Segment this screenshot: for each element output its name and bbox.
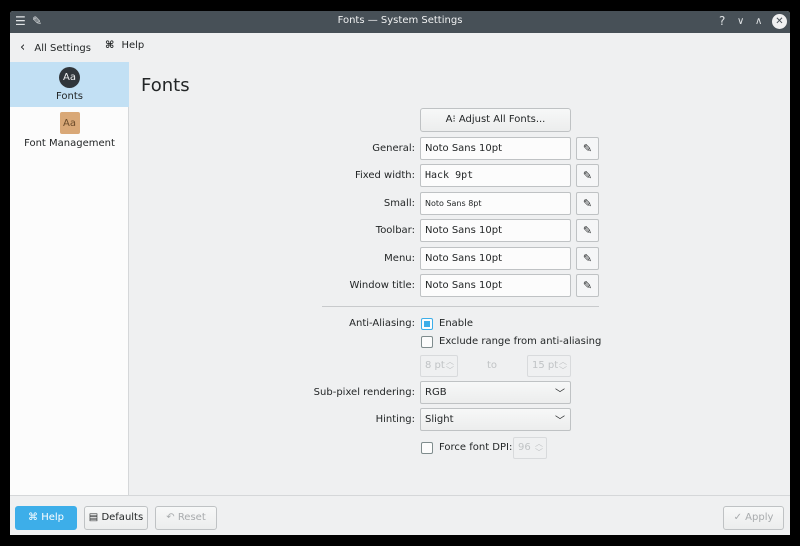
toolbar: ‹ All Settings ⌘ Help [10, 33, 790, 62]
edit-menu-button[interactable]: ✎ [576, 247, 599, 270]
hinting-label: Hinting: [375, 414, 415, 425]
system-settings-window: ☰ ✎ Fonts — System Settings ? ∨ ∧ ✕ ‹ Al… [10, 11, 790, 535]
sidebar: Aa Fonts Aa Font Management [10, 62, 129, 495]
menu-font-field: Noto Sans 10pt [420, 247, 571, 270]
subpixel-value: RGB [425, 387, 447, 398]
exclude-to-spinbox[interactable]: 15 pt ︿ ﹀ [527, 355, 571, 377]
menu-label: Menu: [384, 253, 415, 264]
document-icon: ▤ [88, 512, 99, 523]
separator [322, 306, 599, 307]
anti-aliasing-label: Anti-Aliasing: [349, 318, 415, 329]
toolbar-font-field: Noto Sans 10pt [420, 219, 571, 242]
help-lifebuoy-icon: ⌘ [105, 40, 115, 51]
font-size-icon: A⁝ [445, 114, 456, 125]
small-font-field: Noto Sans 8pt [420, 192, 571, 215]
page-title: Fonts [141, 75, 190, 96]
reset-button[interactable]: ↶ Reset [155, 506, 217, 530]
from-value: 8 pt [425, 360, 445, 371]
sidebar-item-label: Font Management [24, 138, 115, 149]
exclude-range-label: Exclude range from anti-aliasing [439, 336, 602, 347]
sidebar-item-fonts[interactable]: Aa Fonts [10, 62, 129, 107]
defaults-button[interactable]: ▤ Defaults [84, 506, 148, 530]
chevron-down-icon: ﹀ [555, 416, 565, 427]
dpi-value: 96 [518, 442, 531, 453]
adjust-all-label: Adjust All Fonts... [458, 114, 546, 125]
footer-bar: ⌘ Help ▤ Defaults ↶ Reset ✓ Apply [10, 495, 790, 535]
window-title-label: Window title: [349, 280, 415, 291]
help-label: Help [121, 40, 145, 51]
spin-arrows-icon: ︿ ﹀ [559, 357, 567, 375]
defaults-label: Defaults [101, 512, 144, 523]
fixed-width-font-field: Hack 9pt [420, 164, 571, 187]
help-button-label: Help [41, 512, 64, 523]
title-bar: ☰ ✎ Fonts — System Settings ? ∨ ∧ ✕ [10, 11, 790, 33]
hinting-combo[interactable]: Slight ﹀ [420, 408, 571, 431]
spin-arrows-icon: ︿ ﹀ [535, 439, 543, 457]
to-label: to [487, 360, 498, 371]
pencil-icon: ✎ [582, 197, 593, 210]
help-lifebuoy-icon: ⌘ [28, 512, 38, 523]
pencil-icon: ✎ [582, 169, 593, 182]
help-toolbar-button[interactable]: ⌘ Help [105, 40, 144, 51]
exclude-from-spinbox[interactable]: 8 pt ︿ ﹀ [420, 355, 458, 377]
close-icon[interactable]: ✕ [772, 14, 787, 29]
edit-small-button[interactable]: ✎ [576, 192, 599, 215]
apply-button[interactable]: ✓ Apply [723, 506, 784, 530]
fonts-icon: Aa [59, 67, 80, 88]
chevron-left-icon: ‹ [20, 40, 26, 55]
pencil-icon: ✎ [582, 224, 593, 237]
dpi-spinbox[interactable]: 96 ︿ ﹀ [513, 437, 547, 459]
subpixel-combo[interactable]: RGB ﹀ [420, 381, 571, 404]
chevron-down-icon: ﹀ [555, 389, 565, 400]
edit-toolbar-button[interactable]: ✎ [576, 219, 599, 242]
force-dpi-checkbox[interactable] [421, 442, 433, 454]
help-button[interactable]: ⌘ Help [15, 506, 77, 530]
force-dpi-label: Force font DPI: [439, 442, 513, 453]
font-management-icon: Aa [59, 112, 80, 134]
enable-label: Enable [439, 318, 474, 329]
edit-general-button[interactable]: ✎ [576, 137, 599, 160]
pencil-icon: ✎ [582, 142, 593, 155]
spin-arrows-icon: ︿ ﹀ [446, 357, 454, 375]
general-label: General: [372, 143, 415, 154]
exclude-range-checkbox[interactable] [421, 336, 433, 348]
small-label: Small: [383, 198, 415, 209]
adjust-all-fonts-button[interactable]: A⁝ Adjust All Fonts... [420, 108, 571, 132]
pencil-icon: ✎ [582, 252, 593, 265]
sidebar-item-font-management[interactable]: Aa Font Management [10, 110, 129, 155]
all-settings-button[interactable]: ‹ All Settings [20, 40, 91, 55]
subpixel-label: Sub-pixel rendering: [313, 387, 415, 398]
apply-label: Apply [745, 512, 774, 523]
general-font-field: Noto Sans 10pt [420, 137, 571, 160]
minimize-icon[interactable]: ∨ [737, 16, 744, 27]
undo-icon: ↶ [166, 512, 175, 523]
to-value: 15 pt [532, 360, 559, 371]
all-settings-label: All Settings [34, 43, 91, 54]
fixed-width-label: Fixed width: [354, 170, 415, 181]
edit-window-title-button[interactable]: ✎ [576, 274, 599, 297]
toolbar-label: Toolbar: [375, 225, 415, 236]
reset-label: Reset [177, 512, 206, 523]
pencil-icon: ✎ [582, 279, 593, 292]
sidebar-item-label: Fonts [56, 91, 83, 102]
hinting-value: Slight [425, 414, 454, 425]
help-icon[interactable]: ? [719, 14, 725, 28]
window-title: Fonts — System Settings [337, 15, 463, 26]
edit-fixed-width-button[interactable]: ✎ [576, 164, 599, 187]
maximize-icon[interactable]: ∧ [755, 16, 762, 27]
window-title-font-field: Noto Sans 10pt [420, 274, 571, 297]
checkmark-icon: ✓ [733, 512, 742, 523]
enable-antialiasing-checkbox[interactable] [421, 318, 433, 330]
